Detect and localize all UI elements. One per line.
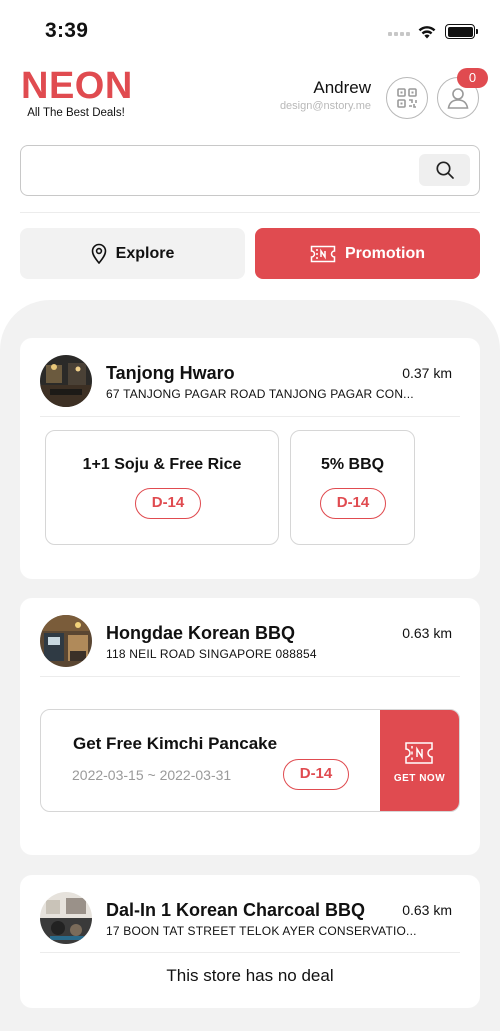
store-avatar <box>40 615 92 667</box>
ticket-icon <box>405 742 433 764</box>
get-now-label: GET NOW <box>393 773 446 784</box>
brand: NEON All The Best Deals! <box>21 65 133 119</box>
dday-badge: D-14 <box>320 488 386 519</box>
store-address: 118 NEIL ROAD SINGAPORE 088854 <box>106 647 317 661</box>
user-name: Andrew <box>313 78 371 97</box>
tab-explore-label: Explore <box>115 244 175 262</box>
user-email: design@nstory.me <box>279 100 371 112</box>
wifi-icon <box>418 26 436 39</box>
divider <box>20 212 480 213</box>
get-now-button[interactable]: GET NOW <box>380 710 459 811</box>
store-address: 17 BOON TAT STREET TELOK AYER CONSERVATI… <box>106 924 417 938</box>
store-avatar <box>40 892 92 944</box>
status-time: 3:39 <box>45 19 89 42</box>
battery-icon <box>445 24 478 39</box>
deal-card[interactable]: 1+1 Soju & Free Rice D-14 <box>45 430 279 545</box>
notification-badge[interactable]: 0 <box>457 68 488 88</box>
ticket-icon <box>310 245 336 262</box>
tab-promotion-label: Promotion <box>345 244 425 262</box>
qr-code-button[interactable] <box>386 77 428 119</box>
deal-card[interactable]: 5% BBQ D-14 <box>290 430 415 545</box>
tab-explore[interactable]: Explore <box>20 228 245 279</box>
search-icon <box>435 161 454 179</box>
brand-logo: NEON <box>21 65 133 107</box>
tab-promotion[interactable]: Promotion <box>255 228 480 279</box>
store-distance: 0.63 km <box>402 625 452 641</box>
no-deal-message: This store has no deal <box>166 966 334 985</box>
store-card[interactable]: Hongdae Korean BBQ 0.63 km 118 NEIL ROAD… <box>20 598 480 855</box>
search-button[interactable] <box>419 154 470 186</box>
store-header[interactable]: Tanjong Hwaro 0.37 km 67 TANJONG PAGAR R… <box>20 338 480 416</box>
store-distance: 0.63 km <box>402 902 452 918</box>
store-card[interactable]: Dal-In 1 Korean Charcoal BBQ 0.63 km 17 … <box>20 875 480 1008</box>
coupon-dates: 2022-03-15 ~ 2022-03-31 <box>72 767 232 783</box>
coupon-title: Get Free Kimchi Pancake <box>73 734 278 753</box>
deal-title: 5% BBQ <box>320 456 385 473</box>
user-info: Andrew design@nstory.me <box>280 78 371 112</box>
brand-tagline: All The Best Deals! <box>27 107 125 119</box>
location-pin-icon <box>91 243 106 264</box>
coupon-card[interactable]: Get Free Kimchi Pancake 2022-03-15 ~ 202… <box>40 709 460 812</box>
store-avatar <box>40 355 92 407</box>
store-name: Dal-In 1 Korean Charcoal BBQ <box>106 900 366 920</box>
dday-badge: D-14 <box>283 759 349 790</box>
search-box <box>20 145 480 196</box>
search-input[interactable] <box>33 156 413 186</box>
qr-code-icon <box>397 88 417 108</box>
divider <box>40 416 460 417</box>
store-name: Tanjong Hwaro <box>106 363 235 383</box>
store-distance: 0.37 km <box>402 365 452 381</box>
store-header[interactable]: Dal-In 1 Korean Charcoal BBQ 0.63 km 17 … <box>20 875 480 953</box>
cellular-signal-icon <box>388 32 410 36</box>
status-bar: 3:39 <box>0 0 500 60</box>
user-profile-icon <box>447 88 469 109</box>
divider <box>40 952 460 953</box>
store-header[interactable]: Hongdae Korean BBQ 0.63 km 118 NEIL ROAD… <box>20 598 480 676</box>
deal-title: 1+1 Soju & Free Rice <box>82 456 242 473</box>
store-name: Hongdae Korean BBQ <box>106 623 296 643</box>
store-address: 67 TANJONG PAGAR ROAD TANJONG PAGAR CON.… <box>106 387 414 401</box>
divider <box>40 676 460 677</box>
store-card[interactable]: Tanjong Hwaro 0.37 km 67 TANJONG PAGAR R… <box>20 338 480 579</box>
dday-badge: D-14 <box>135 488 201 519</box>
